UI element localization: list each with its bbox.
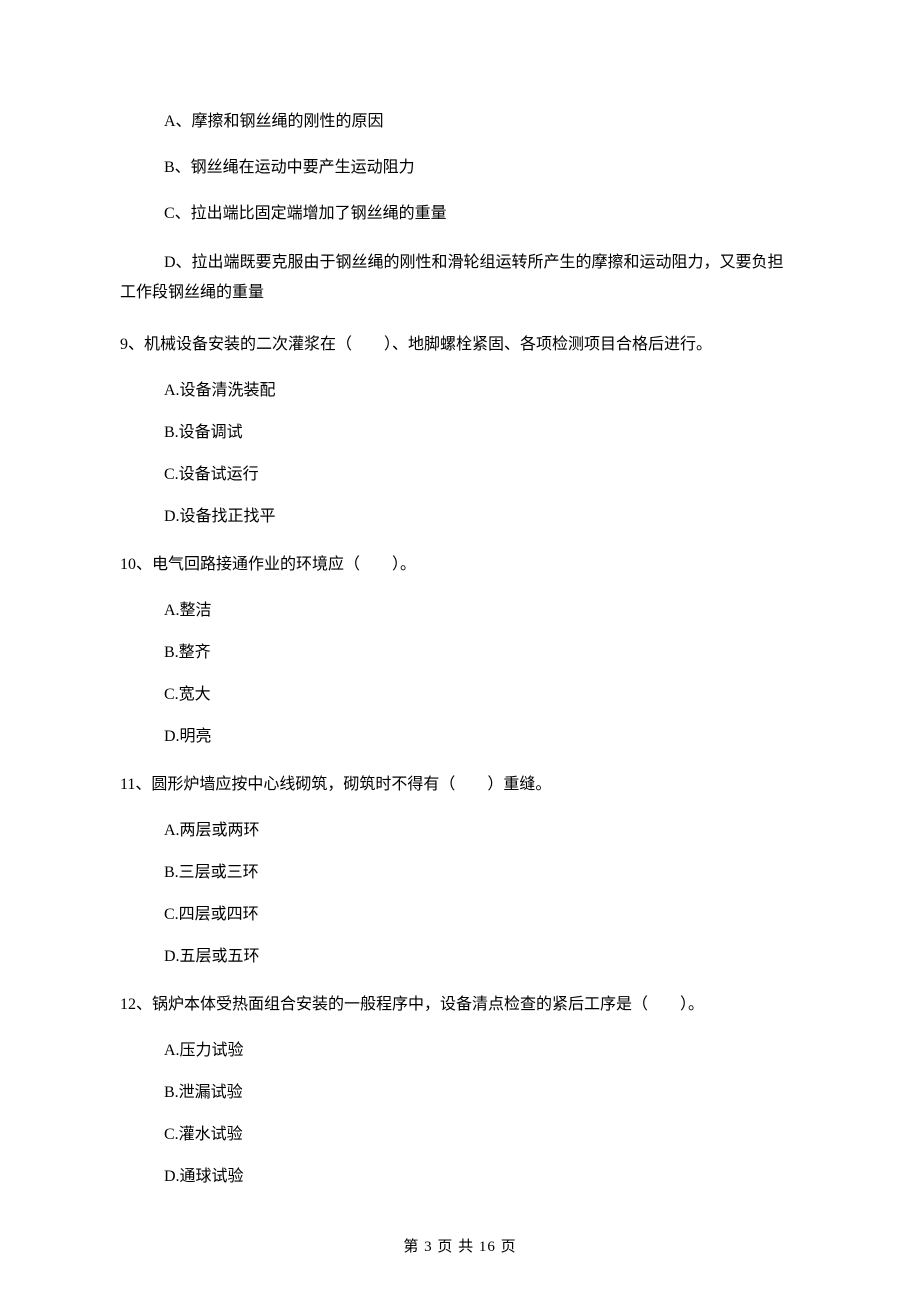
option-b: B、钢丝绳在运动中要产生运动阻力 <box>120 156 800 180</box>
q9-option-a: A.设备清洗装配 <box>120 379 800 403</box>
q11-option-c: C.四层或四环 <box>120 903 800 927</box>
page-content: A、摩擦和钢丝绳的刚性的原因 B、钢丝绳在运动中要产生运动阻力 C、拉出端比固定… <box>0 0 920 1189</box>
page-footer: 第 3 页 共 16 页 <box>0 1236 920 1259</box>
q9-option-c: C.设备试运行 <box>120 463 800 487</box>
q11-option-d: D.五层或五环 <box>120 945 800 969</box>
q9-option-b: B.设备调试 <box>120 421 800 445</box>
question-12-stem: 12、锅炉本体受热面组合安装的一般程序中，设备清点检查的紧后工序是（ ）。 <box>120 993 800 1017</box>
question-9-stem: 9、机械设备安装的二次灌浆在（ ）、地脚螺栓紧固、各项检测项目合格后进行。 <box>120 333 800 357</box>
q10-option-c: C.宽大 <box>120 683 800 707</box>
q12-option-b: B.泄漏试验 <box>120 1081 800 1105</box>
option-d-line2: 工作段钢丝绳的重量 <box>120 284 264 301</box>
question-11-stem: 11、圆形炉墙应按中心线砌筑，砌筑时不得有（ ）重缝。 <box>120 773 800 797</box>
q10-option-d: D.明亮 <box>120 725 800 749</box>
q9-option-d: D.设备找正找平 <box>120 505 800 529</box>
q12-option-d: D.通球试验 <box>120 1165 800 1189</box>
q11-option-a: A.两层或两环 <box>120 819 800 843</box>
q12-option-a: A.压力试验 <box>120 1039 800 1063</box>
q12-option-c: C.灌水试验 <box>120 1123 800 1147</box>
option-d-line1: D、拉出端既要克服由于钢丝绳的刚性和滑轮组运转所产生的摩擦和运动阻力，又要负担 <box>120 254 784 271</box>
option-a: A、摩擦和钢丝绳的刚性的原因 <box>120 110 800 134</box>
q10-option-b: B.整齐 <box>120 641 800 665</box>
question-10-stem: 10、电气回路接通作业的环境应（ ）。 <box>120 553 800 577</box>
option-d: D、拉出端既要克服由于钢丝绳的刚性和滑轮组运转所产生的摩擦和运动阻力，又要负担 … <box>120 248 800 309</box>
q11-option-b: B.三层或三环 <box>120 861 800 885</box>
option-c: C、拉出端比固定端增加了钢丝绳的重量 <box>120 202 800 226</box>
q10-option-a: A.整洁 <box>120 599 800 623</box>
